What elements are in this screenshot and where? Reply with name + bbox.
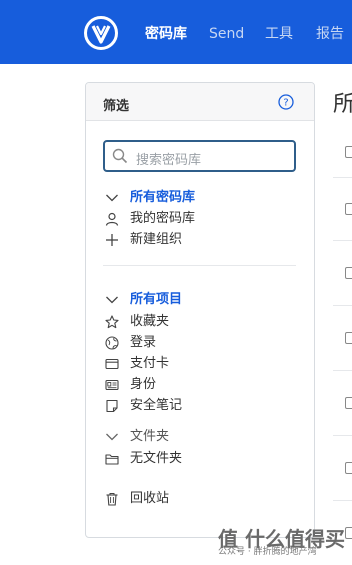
nav-reports[interactable]: 报告 xyxy=(316,25,344,43)
new-org-label: 新建组织 xyxy=(130,232,183,247)
section-divider xyxy=(103,265,296,266)
filter-my-vault[interactable]: 我的密码库 xyxy=(103,209,293,229)
list-row-divider xyxy=(333,305,352,306)
items-section-header[interactable]: 所有项目 xyxy=(103,290,293,310)
note-icon xyxy=(106,399,118,413)
identity-label: 身份 xyxy=(130,377,157,392)
list-row-divider xyxy=(333,500,352,501)
search-placeholder: 搜索密码库 xyxy=(136,153,202,168)
folder-icon xyxy=(105,454,119,465)
item-checkbox[interactable] xyxy=(345,267,352,279)
trash-label: 回收站 xyxy=(130,491,170,506)
list-row-divider xyxy=(333,435,352,436)
filter-title: 筛选 xyxy=(103,99,130,114)
secure-note-label: 安全笔记 xyxy=(130,398,183,413)
chevron-down-icon xyxy=(106,296,118,304)
help-icon[interactable]: ? xyxy=(278,94,294,110)
folders-header-label: 文件夹 xyxy=(130,429,170,444)
filter-secure-note[interactable]: 安全笔记 xyxy=(103,396,293,416)
star-icon xyxy=(105,315,119,329)
plus-icon xyxy=(106,234,118,246)
filter-favorites[interactable]: 收藏夹 xyxy=(103,312,293,332)
nav-tools[interactable]: 工具 xyxy=(265,25,293,43)
card-label: 支付卡 xyxy=(130,356,170,371)
nav-send[interactable]: Send xyxy=(209,25,244,43)
vaults-header-label: 所有密码库 xyxy=(130,190,196,205)
search-input[interactable]: 搜索密码库 xyxy=(103,140,296,172)
list-row-divider xyxy=(333,240,352,241)
vaults-section-header[interactable]: 所有密码库 xyxy=(103,188,293,208)
item-checkbox[interactable] xyxy=(345,397,352,409)
credit-card-icon xyxy=(105,358,119,370)
item-checkbox[interactable] xyxy=(345,462,352,474)
my-vault-label: 我的密码库 xyxy=(130,211,196,226)
filter-card[interactable]: 支付卡 xyxy=(103,354,293,374)
bitwarden-logo-icon[interactable] xyxy=(84,16,118,50)
user-icon xyxy=(105,212,119,226)
filter-identity[interactable]: 身份 xyxy=(103,375,293,395)
nav-vault[interactable]: 密码库 xyxy=(145,25,187,43)
login-label: 登录 xyxy=(130,335,157,350)
filter-new-org[interactable]: 新建组织 xyxy=(103,230,293,250)
filter-panel: 筛选 ? 搜索密码库 所有密码库 我的密码库 新建组织 所有项目 收藏夹 登录 xyxy=(85,82,315,538)
top-navbar: 密码库 Send 工具 报告 xyxy=(0,0,352,64)
filter-trash[interactable]: 回收站 xyxy=(103,489,293,509)
trash-icon xyxy=(106,493,118,506)
filter-no-folder[interactable]: 无文件夹 xyxy=(103,449,293,469)
main-title: 所 xyxy=(333,92,352,117)
search-icon xyxy=(112,148,128,164)
items-header-label: 所有项目 xyxy=(130,292,183,307)
watermark: 值 什么值得买 公众号 · 胖折腾的地产湾 xyxy=(188,521,352,565)
list-row-divider xyxy=(333,177,352,178)
filter-panel-header: 筛选 ? xyxy=(86,83,314,121)
no-folder-label: 无文件夹 xyxy=(130,451,183,466)
item-checkbox[interactable] xyxy=(345,332,352,344)
list-row-divider xyxy=(333,370,352,371)
select-all-checkbox[interactable] xyxy=(345,146,352,158)
item-checkbox[interactable] xyxy=(345,203,352,215)
svg-text:?: ? xyxy=(283,98,288,109)
filter-login[interactable]: 登录 xyxy=(103,333,293,353)
chevron-down-icon xyxy=(106,194,118,202)
watermark-caption: 公众号 · 胖折腾的地产湾 xyxy=(218,547,317,557)
globe-icon xyxy=(105,336,119,350)
chevron-down-icon xyxy=(106,433,118,441)
id-card-icon xyxy=(105,379,119,391)
folders-section-header[interactable]: 文件夹 xyxy=(103,427,293,447)
favorites-label: 收藏夹 xyxy=(130,314,170,329)
